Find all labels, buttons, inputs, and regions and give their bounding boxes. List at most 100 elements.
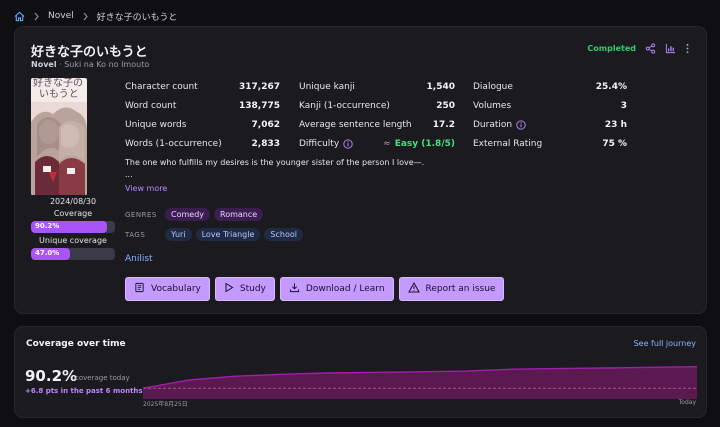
stat-value: 3 [620, 101, 627, 111]
coverage-chart [143, 365, 697, 399]
study-label: Study [239, 284, 266, 294]
breadcrumb-current: 好きな子のいもうと [96, 12, 178, 23]
difficulty-label: Difficulty [299, 139, 340, 149]
stat-dialogue: Dialogue 25.4% [473, 80, 627, 94]
tag-chip[interactable]: Love Triangle [195, 228, 261, 241]
stat-value: 75 % [602, 139, 627, 149]
stat-label: Difficulty [299, 139, 353, 149]
book-icon [134, 282, 145, 296]
see-full-journey-link[interactable]: See full journey [634, 339, 696, 348]
stat-label: Average sentence length [299, 120, 412, 130]
tag-chip[interactable]: Yuri [165, 228, 192, 241]
stats-icon[interactable] [665, 43, 676, 54]
coverage-point [465, 370, 467, 372]
info-icon[interactable] [516, 120, 526, 130]
coverage-bar-fill: 90.2% [31, 221, 107, 233]
home-icon[interactable] [14, 11, 25, 22]
stat-label: Kanji (1-occurrence) [299, 101, 390, 111]
stat-label: Character count [125, 82, 198, 92]
more-options-icon[interactable] [685, 43, 690, 54]
stat-label: External Rating [473, 139, 543, 149]
stat-word-count: Word count 138,775 [125, 99, 280, 113]
genres-row: GENRES Comedy Romance [125, 208, 264, 221]
report-label: Report an issue [425, 284, 496, 294]
x-axis-start-label: 2025年8月25日 [143, 401, 188, 408]
coverage-label: Coverage [53, 209, 93, 218]
stat-value: ≈ Easy (1.8/5) [383, 139, 455, 149]
stat-volumes: Volumes 3 [473, 99, 627, 113]
stat-difficulty: Difficulty ≈ Easy (1.8/5) [299, 137, 455, 151]
unique-coverage-value: 47.0% [35, 249, 60, 257]
current-coverage: 90.2% [25, 367, 78, 385]
stat-label: Unique words [125, 120, 187, 130]
coverage-point [603, 367, 606, 369]
download-label: Download / Learn [305, 284, 385, 294]
novel-card: 好きな子のいもうと Novel · Suki na Ko no Imouto C… [14, 26, 707, 314]
approx-symbol: ≈ [383, 139, 391, 149]
study-button[interactable]: Study [214, 277, 275, 301]
vocabulary-button[interactable]: Vocabulary [125, 277, 210, 301]
description: The one who fulfills my desires is the y… [125, 157, 685, 181]
coverage-over-time-title: Coverage over time [26, 339, 126, 349]
duration-label: Duration [473, 120, 513, 130]
stat-value: 17.2 [432, 120, 455, 130]
description-ellipsis: ... [125, 170, 133, 179]
genres-label: GENRES [125, 210, 157, 219]
info-icon[interactable] [343, 139, 353, 149]
release-date: 2024/08/30 [49, 197, 97, 206]
download-icon [289, 282, 300, 296]
chevron-right-icon [82, 12, 89, 21]
genre-chip[interactable]: Comedy [165, 208, 211, 221]
report-issue-button[interactable]: Report an issue [398, 277, 505, 301]
tag-chip[interactable]: School [264, 228, 303, 241]
stat-label: Volumes [473, 101, 512, 111]
coverage-point [373, 371, 375, 374]
download-learn-button[interactable]: Download / Learn [279, 277, 394, 301]
breadcrumb-novel-link[interactable]: Novel [48, 11, 74, 21]
page-title: 好きな子のいもうと [31, 45, 148, 60]
genre-chip[interactable]: Romance [214, 208, 264, 221]
stat-label: Words (1-occurrence) [125, 139, 222, 149]
description-text: The one who fulfills my desires is the y… [125, 158, 425, 167]
coverage-point [419, 370, 421, 373]
coverage-value: 90.2% [35, 222, 60, 230]
romaji-title: Suki na Ko no Imouto [64, 60, 150, 69]
breadcrumb: Novel 好きな子のいもうと [14, 8, 177, 24]
action-buttons: Vocabulary Study Download / Learn Report… [125, 277, 505, 301]
stat-value: 2,833 [251, 139, 280, 149]
coverage-point [557, 367, 560, 370]
stat-value: 1,540 [426, 82, 455, 92]
stat-unique-words: Unique words 7,062 [125, 118, 280, 132]
vocabulary-label: Vocabulary [151, 284, 201, 294]
stat-label: Word count [125, 101, 177, 111]
unique-coverage-bar-fill: 47.0% [31, 248, 71, 260]
stat-avg-sentence-length: Average sentence length 17.2 [299, 118, 455, 132]
stat-label: Unique kanji [299, 82, 355, 92]
chevron-right-icon [33, 12, 40, 21]
stat-external-rating: External Rating 75 % [473, 137, 627, 151]
share-icon[interactable] [645, 43, 656, 54]
unique-coverage-label: Unique coverage [39, 236, 107, 245]
media-type: Novel [31, 60, 57, 69]
stat-words-one-occurrence: Words (1-occurrence) 2,833 [125, 137, 280, 151]
stat-label: Duration [473, 120, 526, 130]
stat-value: 317,267 [239, 82, 280, 92]
stat-value: 23 h [604, 120, 627, 130]
stat-duration: Duration 23 h [473, 118, 627, 132]
unique-coverage-bar: 47.0% [31, 248, 115, 260]
coverage-over-time-card: Coverage over time See full journey 90.2… [14, 326, 707, 418]
coverage-point [650, 366, 652, 369]
stat-value: 138,775 [239, 101, 280, 111]
anilist-link[interactable]: Anilist [125, 254, 153, 264]
difficulty-value: Easy (1.8/5) [394, 139, 455, 149]
x-axis-end-label: Today [678, 399, 696, 406]
cover-title-line2: いもうと [39, 89, 79, 100]
novel-subtitle: Novel · Suki na Ko no Imouto [31, 60, 149, 69]
coverage-point [511, 368, 514, 371]
view-more-link[interactable]: View more [125, 184, 167, 193]
stat-value: 25.4% [595, 82, 627, 92]
status-badge: Completed [587, 44, 636, 53]
tags-row: TAGS Yuri Love Triangle School [125, 228, 303, 241]
coverage-delta: +6.8 pts in the past 6 months [25, 387, 143, 395]
top-actions: Completed [587, 43, 690, 54]
